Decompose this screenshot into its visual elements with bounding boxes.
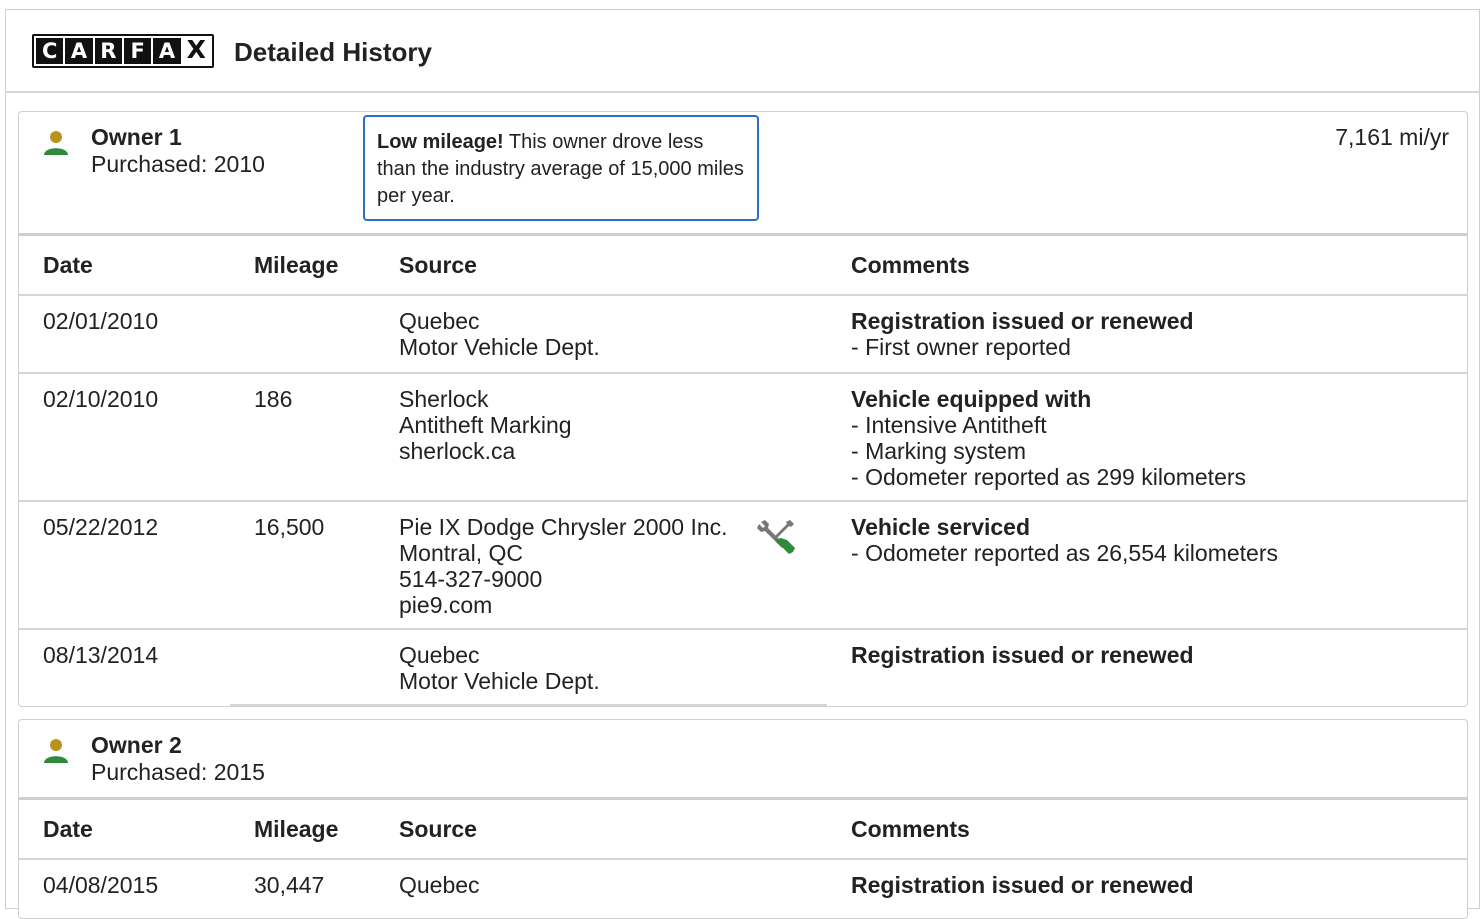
record-mileage: 30,447 — [254, 872, 325, 898]
table-header-row: Date Mileage Source Comments — [19, 797, 1467, 860]
wrench-screwdriver-icon — [757, 520, 795, 554]
record-date: 02/10/2010 — [19, 373, 230, 502]
owner-purchased: Purchased: 2015 — [91, 759, 265, 785]
col-source: Source — [375, 797, 755, 860]
record-source: Sherlock Antitheft Marking sherlock.ca — [375, 373, 755, 502]
source-line: Montral, QC — [399, 540, 523, 566]
comment-line: - Odometer reported as 26,554 kilometers — [851, 540, 1278, 566]
history-table: Date Mileage Source Comments 04/08/2015 … — [19, 797, 1467, 919]
owner-purchased: Purchased: 2010 — [91, 151, 265, 177]
source-line: Sherlock — [399, 386, 489, 412]
record-icon-cell — [755, 501, 827, 630]
record-comments: Vehicle equipped with - Intensive Antith… — [827, 373, 1467, 502]
owner-name: Owner 2 — [91, 732, 182, 758]
owner-2-header: Owner 2 Purchased: 2015 — [19, 720, 1467, 798]
source-line: Quebec — [399, 872, 480, 898]
record-mileage: 186 — [230, 373, 375, 502]
source-line: Pie IX Dodge Chrysler 2000 Inc. — [399, 514, 728, 540]
record-date: 05/22/2012 — [19, 501, 230, 630]
comment-line: - Marking system — [851, 438, 1027, 464]
page-header: C A R F A X Detailed History — [5, 9, 1480, 93]
comment-title: Registration issued or renewed — [851, 872, 1194, 898]
source-link[interactable]: pie9.com — [399, 592, 755, 618]
record-comments: Vehicle serviced - Odometer reported as … — [827, 501, 1467, 630]
logo-letter: A — [65, 38, 93, 64]
source-line: Quebec — [399, 642, 480, 668]
col-date: Date — [19, 233, 230, 296]
record-source: Quebec Motor Vehicle Dept. — [375, 295, 755, 374]
logo-letter: R — [94, 38, 122, 64]
miles-per-year: 7,161 mi/yr — [1335, 124, 1449, 150]
record-mileage — [230, 629, 375, 706]
comment-line: - Intensive Antitheft — [851, 412, 1047, 438]
logo-letter: A — [153, 38, 181, 64]
record-mileage: 16,500 — [230, 501, 375, 630]
comment-title: Registration issued or renewed — [851, 308, 1194, 334]
carfax-logo: C A R F A X — [32, 34, 214, 68]
col-mileage: Mileage — [230, 797, 375, 860]
comment-line: - First owner reported — [851, 334, 1071, 360]
record-source: Quebec Motor Vehicle Dept. — [375, 629, 755, 706]
record-icon-cell — [755, 295, 827, 374]
comment-line: - Odometer reported as 299 kilometers — [851, 464, 1247, 490]
record-icon-cell — [755, 859, 827, 919]
logo-letter: X — [182, 35, 210, 64]
record-comments: Registration issued or renewed - First o… — [827, 295, 1467, 374]
owner-1-card: Owner 1 Purchased: 2010 Low mileage! Thi… — [18, 111, 1468, 707]
table-row: 04/08/2015 30,447 Quebec Registration is… — [19, 859, 1467, 919]
record-comments: Registration issued or renewed — [827, 629, 1467, 705]
note-bold: Low mileage! — [377, 131, 504, 153]
source-line: Motor Vehicle Dept. — [399, 668, 600, 694]
table-row: 02/10/2010 186 Sherlock Antitheft Markin… — [19, 373, 1467, 502]
record-date: 02/01/2010 — [19, 295, 230, 374]
col-source: Source — [375, 233, 755, 296]
comment-title: Registration issued or renewed — [851, 642, 1194, 668]
record-date: 08/13/2014 — [43, 642, 159, 668]
col-date: Date — [19, 797, 230, 860]
source-line: Quebec — [399, 308, 480, 334]
owner-name: Owner 1 — [91, 124, 182, 150]
person-icon — [44, 739, 68, 763]
table-row: 05/22/2012 16,500 Pie IX Dodge Chrysler … — [19, 501, 1467, 630]
owner-2-card: Owner 2 Purchased: 2015 Date Mileage Sou… — [18, 719, 1468, 919]
col-icon — [755, 233, 827, 296]
comment-title: Vehicle equipped with — [851, 386, 1092, 412]
table-row: 08/13/2014 Quebec Motor Vehicle Dept. Re… — [19, 629, 1467, 706]
col-mileage: Mileage — [230, 233, 375, 296]
source-line: Motor Vehicle Dept. — [399, 334, 600, 360]
record-source: Quebec — [375, 859, 755, 919]
col-comments: Comments — [827, 797, 1467, 860]
record-date: 04/08/2015 — [43, 872, 159, 898]
record-icon-cell — [755, 373, 827, 502]
table-row: 02/01/2010 Quebec Motor Vehicle Dept. Re… — [19, 295, 1467, 374]
person-icon — [44, 131, 68, 155]
col-icon — [755, 797, 827, 860]
source-line: Antitheft Marking — [399, 412, 572, 438]
record-icon-cell — [755, 629, 827, 706]
page-title: Detailed History — [234, 37, 432, 67]
logo-letter: C — [36, 38, 64, 64]
record-comments: Registration issued or renewed — [827, 859, 1467, 919]
col-comments: Comments — [827, 233, 1467, 296]
record-mileage — [230, 295, 375, 374]
history-table: Date Mileage Source Comments 02/01/2010 … — [19, 233, 1467, 706]
source-phone[interactable]: 514-327-9000 — [399, 566, 755, 592]
source-link[interactable]: sherlock.ca — [399, 438, 755, 464]
owner-1-header: Owner 1 Purchased: 2010 Low mileage! Thi… — [19, 112, 1467, 234]
logo-letter: F — [123, 38, 152, 64]
low-mileage-note: Low mileage! This owner drove less than … — [363, 115, 759, 221]
comment-title: Vehicle serviced — [851, 514, 1031, 540]
record-source: Pie IX Dodge Chrysler 2000 Inc. Montral,… — [375, 501, 755, 630]
table-header-row: Date Mileage Source Comments — [19, 233, 1467, 296]
